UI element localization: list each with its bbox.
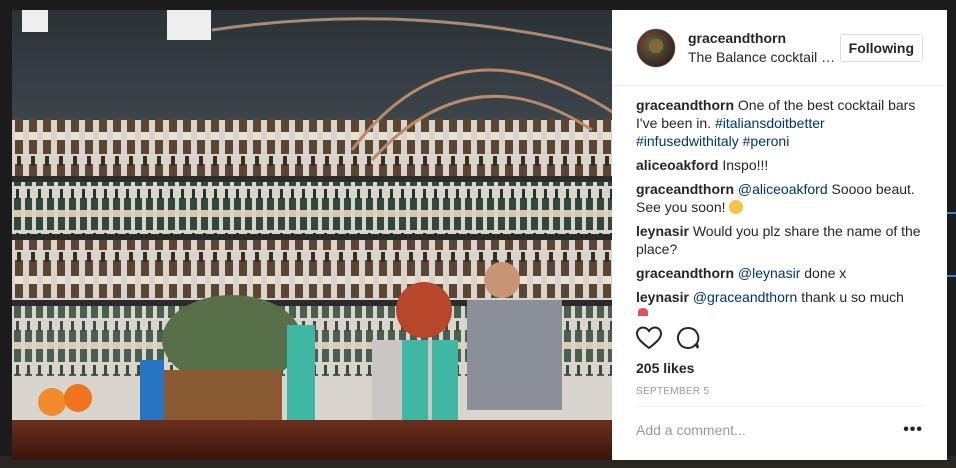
comments-list: graceandthorn One of the best cocktail b… <box>636 96 931 316</box>
background-edge-mark <box>947 275 956 277</box>
author-username[interactable]: graceandthorn <box>688 30 840 46</box>
likes-count[interactable]: 205 likes <box>636 360 694 376</box>
post-header: graceandthorn The Balance cocktail bar F… <box>612 10 947 86</box>
comment-username[interactable]: aliceoakford <box>636 157 718 173</box>
more-options-icon[interactable]: ••• <box>903 421 923 439</box>
comment-text: done x <box>800 265 847 281</box>
following-button[interactable]: Following <box>839 33 923 62</box>
post-location[interactable]: The Balance cocktail bar <box>688 49 840 65</box>
post-date: SEPTEMBER 5 <box>636 386 710 397</box>
comment-username[interactable]: graceandthorn <box>636 97 734 113</box>
mention-link[interactable]: @leynasir <box>738 265 800 281</box>
action-bar <box>636 326 700 350</box>
comment-icon[interactable] <box>676 326 700 350</box>
bar-photo-illustration <box>12 10 612 460</box>
mention-link[interactable]: @aliceoakford <box>738 181 828 197</box>
hashtag-link[interactable]: #italiansdoitbetter <box>715 115 825 131</box>
comment-input[interactable]: Add a comment... <box>636 422 746 438</box>
background-edge-mark <box>947 212 956 214</box>
heart-icon[interactable] <box>636 326 662 350</box>
hashtag-link[interactable]: #infusedwithitaly <box>636 133 739 149</box>
comment-item: graceandthorn One of the best cocktail b… <box>636 96 931 150</box>
comment-username[interactable]: graceandthorn <box>636 181 734 197</box>
comment-username[interactable]: leynasir <box>636 223 689 239</box>
hashtag-link[interactable]: #peroni <box>743 133 790 149</box>
author-info: graceandthorn The Balance cocktail bar <box>688 30 840 65</box>
avatar[interactable] <box>636 27 676 68</box>
comment-text: thank u so much <box>797 289 904 305</box>
comment-item: leynasir Would you plz share the name of… <box>636 222 931 258</box>
add-comment-bar: Add a comment... ••• <box>636 406 923 453</box>
comment-item: leynasir @graceandthorn thank u so much <box>636 288 931 306</box>
comment-item: aliceoakford Inspo!!! <box>636 156 931 174</box>
post-side-panel: graceandthorn The Balance cocktail bar F… <box>612 10 947 460</box>
post-modal: graceandthorn The Balance cocktail bar F… <box>12 10 947 460</box>
post-photo[interactable] <box>12 10 612 460</box>
heart-emoji-peek <box>638 308 648 316</box>
comment-text: Inspo!!! <box>718 157 769 173</box>
comment-username[interactable]: graceandthorn <box>636 265 734 281</box>
comment-item: graceandthorn @aliceoakford Soooo beaut.… <box>636 180 931 216</box>
comment-username[interactable]: leynasir <box>636 289 689 305</box>
hand-emoji-icon <box>729 200 744 214</box>
comment-item: graceandthorn @leynasir done x <box>636 264 931 282</box>
mention-link[interactable]: @graceandthorn <box>693 289 798 305</box>
